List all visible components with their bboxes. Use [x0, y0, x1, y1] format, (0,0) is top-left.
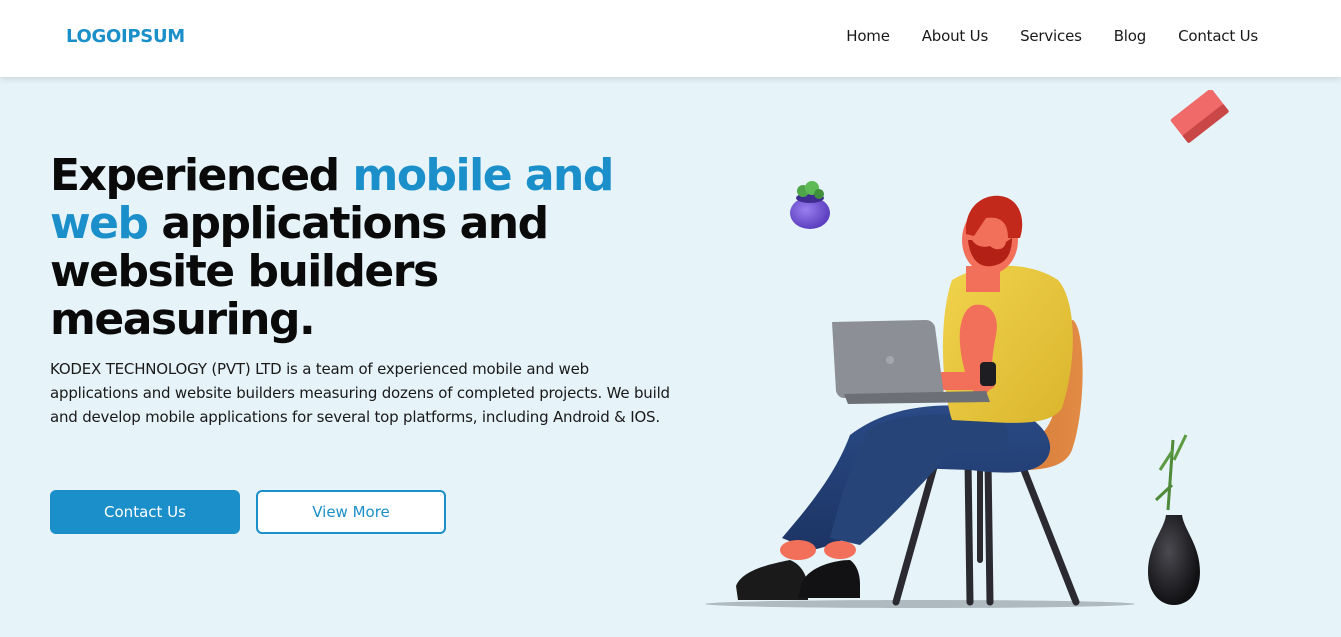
hero-description: KODEX TECHNOLOGY (PVT) LTD is a team of … — [50, 360, 670, 426]
vase-plant-icon — [1148, 434, 1200, 605]
potted-plant-icon — [790, 181, 830, 229]
nav-blog[interactable]: Blog — [1114, 27, 1147, 45]
nav-contact-us[interactable]: Contact Us — [1178, 27, 1258, 45]
hero-title: Experienced mobile and web applications … — [50, 152, 690, 344]
nav-home[interactable]: Home — [846, 27, 890, 45]
eraser-block-icon — [1170, 90, 1229, 143]
view-more-button[interactable]: View More — [256, 490, 446, 534]
logo[interactable]: LOGOIPSUM — [66, 26, 185, 47]
hero-illustration — [705, 90, 1229, 608]
nav-services[interactable]: Services — [1020, 27, 1082, 45]
navbar: LOGOIPSUM Home About Us Services Blog Co… — [0, 0, 1341, 77]
main-nav: Home About Us Services Blog Contact Us — [846, 27, 1258, 45]
hero-title-part1: Experienced — [50, 150, 353, 201]
contact-us-button[interactable]: Contact Us — [50, 490, 240, 534]
nav-about-us[interactable]: About Us — [922, 27, 989, 45]
floor-shadow — [705, 600, 1135, 608]
